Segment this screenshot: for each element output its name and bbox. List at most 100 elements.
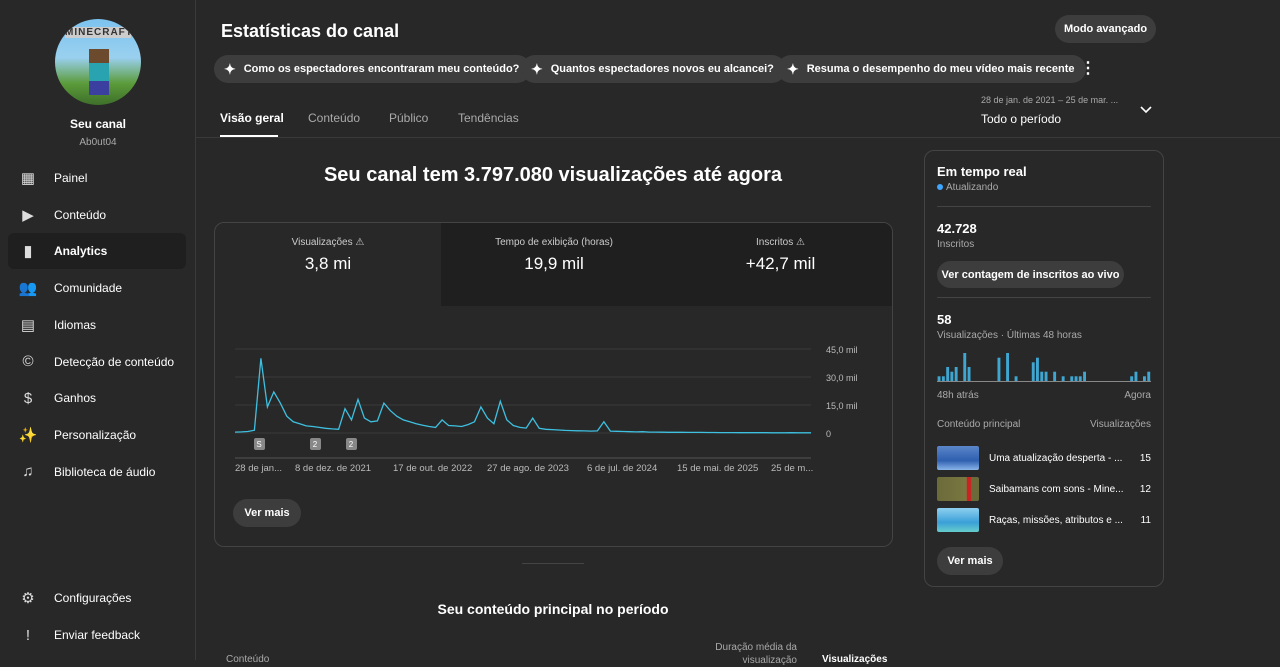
realtime-bar[interactable] xyxy=(937,376,941,381)
realtime-title: Em tempo real xyxy=(937,164,1027,179)
realtime-bar[interactable] xyxy=(1143,376,1146,381)
metric-views[interactable]: Visualizações ⚠ 3,8 mi xyxy=(215,223,441,306)
realtime-bar[interactable] xyxy=(1147,371,1151,381)
realtime-bar[interactable] xyxy=(1083,371,1086,381)
tab-content[interactable]: Conteúdo xyxy=(308,111,360,125)
realtime-bar[interactable] xyxy=(1040,371,1044,381)
realtime-bar[interactable] xyxy=(1074,376,1078,381)
realtime-bar[interactable] xyxy=(1130,376,1134,381)
video-views: 12 xyxy=(1139,483,1151,495)
period-label: Todo o período xyxy=(981,112,1062,126)
metric-label: Tempo de exibição (horas) xyxy=(495,237,613,248)
sidebar-item-label: Analytics xyxy=(54,244,108,259)
chip-discovery[interactable]: ✦ Como os espectadores encontraram meu co… xyxy=(214,55,532,83)
tab-overview[interactable]: Visão geral xyxy=(220,111,284,125)
video-title: Saibamans com sons - Mine... xyxy=(989,483,1124,495)
video-thumbnail xyxy=(937,446,979,470)
y-tick-label: 30,0 mil xyxy=(826,373,858,383)
sparkle-icon: ✦ xyxy=(531,60,543,77)
sidebar-item-conte-do[interactable]: ▶ Conteúdo xyxy=(8,197,186,233)
metric-watch-time[interactable]: Tempo de exibição (horas) 19,9 mil xyxy=(441,223,667,306)
sidebar-item-idiomas[interactable]: ▤ Idiomas xyxy=(8,307,186,343)
realtime-bar[interactable] xyxy=(1036,357,1039,381)
realtime-bar[interactable] xyxy=(1044,371,1048,381)
realtime-bar[interactable] xyxy=(1053,371,1057,381)
sidebar-item-detec-o-de-conte-do[interactable]: © Detecção de conteúdo xyxy=(8,344,186,380)
marker-label: S xyxy=(256,440,261,449)
sidebar-item-label: Personalização xyxy=(54,427,137,442)
channel-avatar[interactable]: MINECRAFT xyxy=(55,19,141,105)
x-tick-label: 6 de jul. de 2024 xyxy=(587,463,657,474)
top-content-row[interactable]: Saibamans com sons - Mine... 12 xyxy=(937,476,1151,502)
overview-card: Visualizações ⚠ 3,8 mi Tempo de exibição … xyxy=(214,222,893,547)
content-header: Conteúdo principal xyxy=(937,419,1021,430)
realtime-bar[interactable] xyxy=(954,367,958,381)
realtime-bar[interactable] xyxy=(1014,376,1018,381)
dashboard-icon: ▦ xyxy=(20,170,36,187)
realtime-bar[interactable] xyxy=(1031,362,1035,381)
realtime-bar[interactable] xyxy=(967,367,971,381)
advanced-mode-button[interactable]: Modo avançado xyxy=(1055,15,1156,43)
realtime-bar[interactable] xyxy=(1078,376,1082,381)
sidebar-item-feedback[interactable]: ! Enviar feedback xyxy=(8,617,186,653)
realtime-panel: Em tempo real Atualizando 42.728 Inscrit… xyxy=(924,150,1164,587)
realtime-bar[interactable] xyxy=(941,376,945,381)
sidebar-item-label: Configurações xyxy=(54,591,132,605)
realtime-bar[interactable] xyxy=(1006,353,1009,381)
col-avg-duration[interactable]: Duração média da visualização xyxy=(700,641,797,667)
chevron-down-icon[interactable] xyxy=(1139,104,1153,116)
top-content-row[interactable]: Uma atualização desperta - ... 15 xyxy=(937,445,1151,471)
tab-trends[interactable]: Tendências xyxy=(458,111,519,125)
y-tick-label: 0 xyxy=(826,429,831,439)
sidebar-item-settings[interactable]: ⚙ Configurações xyxy=(8,580,186,616)
live-subscriber-count-button[interactable]: Ver contagem de inscritos ao vivo xyxy=(937,261,1124,288)
metric-label: Inscritos xyxy=(756,237,794,248)
live-dot-icon xyxy=(937,184,943,190)
top-content-row[interactable]: Raças, missões, atributos e ... 11 xyxy=(937,507,1151,533)
sidebar-item-label: Idiomas xyxy=(54,317,97,332)
sidebar-item-personaliza-o[interactable]: ✨ Personalização xyxy=(8,417,186,453)
sidebar-item-label: Biblioteca de áudio xyxy=(54,464,156,479)
warning-icon: ⚠ xyxy=(796,237,805,248)
feedback-icon: ! xyxy=(25,626,31,644)
realtime-bar[interactable] xyxy=(946,367,950,381)
video-views: 15 xyxy=(1139,452,1151,464)
sidebar-item-biblioteca-de-udio[interactable]: ♫ Biblioteca de áudio xyxy=(8,454,186,490)
realtime-bar-chart[interactable] xyxy=(937,347,1151,383)
more-options-icon[interactable]: ⋮ xyxy=(1080,58,1096,78)
video-title: Raças, missões, atributos e ... xyxy=(989,514,1123,526)
x-tick-label: 28 de jan... xyxy=(235,463,282,474)
sidebar-item-ganhos[interactable]: $ Ganhos xyxy=(8,380,186,416)
chip-label: Quantos espectadores novos eu alcancei? xyxy=(550,63,774,75)
see-more-button[interactable]: Ver mais xyxy=(233,499,301,527)
community-icon: 👥 xyxy=(18,280,38,298)
sparkle-icon: ✦ xyxy=(224,60,236,77)
realtime-bar[interactable] xyxy=(1061,376,1065,381)
chip-latest-video[interactable]: ✦ Resuma o desempenho do meu vídeo mais r… xyxy=(777,55,1087,83)
dollar-icon: $ xyxy=(23,389,33,407)
x-tick-label: 25 de m... xyxy=(771,463,813,474)
video-title: Uma atualização desperta - ... xyxy=(989,452,1123,464)
metric-subscribers[interactable]: Inscritos ⚠ +42,7 mil xyxy=(667,223,892,306)
realtime-bar[interactable] xyxy=(1134,371,1138,381)
analytics-icon: ▮ xyxy=(23,243,33,261)
end-label: Agora xyxy=(1124,390,1151,401)
tab-audience[interactable]: Público xyxy=(389,111,428,125)
realtime-bar[interactable] xyxy=(963,353,967,381)
sidebar-item-painel[interactable]: ▦ Painel xyxy=(8,160,186,196)
chip-label: Resuma o desempenho do meu vídeo mais re… xyxy=(806,63,1075,75)
period-selector[interactable]: 28 de jan. de 2021 – 25 de mar. ... Todo… xyxy=(981,95,1118,126)
realtime-bar[interactable] xyxy=(1070,376,1074,381)
audio-library-icon: ♫ xyxy=(22,463,34,481)
chip-new-viewers[interactable]: ✦ Quantos espectadores novos eu alcancei? xyxy=(521,55,786,83)
sidebar-item-analytics[interactable]: ▮ Analytics xyxy=(8,233,186,270)
sidebar-item-comunidade[interactable]: 👥 Comunidade xyxy=(8,270,186,306)
realtime-bar[interactable] xyxy=(997,357,1001,381)
realtime-bar[interactable] xyxy=(950,371,954,381)
channel-handle: Ab0ut04 xyxy=(79,137,117,148)
metric-value: 19,9 mil xyxy=(524,254,584,273)
views-chart[interactable]: 45,0 mil 30,0 mil 15,0 mil 0 S 2 2 28 de jan...… xyxy=(215,323,893,483)
x-tick-label: 8 de dez. de 2021 xyxy=(295,463,371,474)
avatar-character xyxy=(89,49,109,95)
realtime-see-more-button[interactable]: Ver mais xyxy=(937,547,1003,575)
